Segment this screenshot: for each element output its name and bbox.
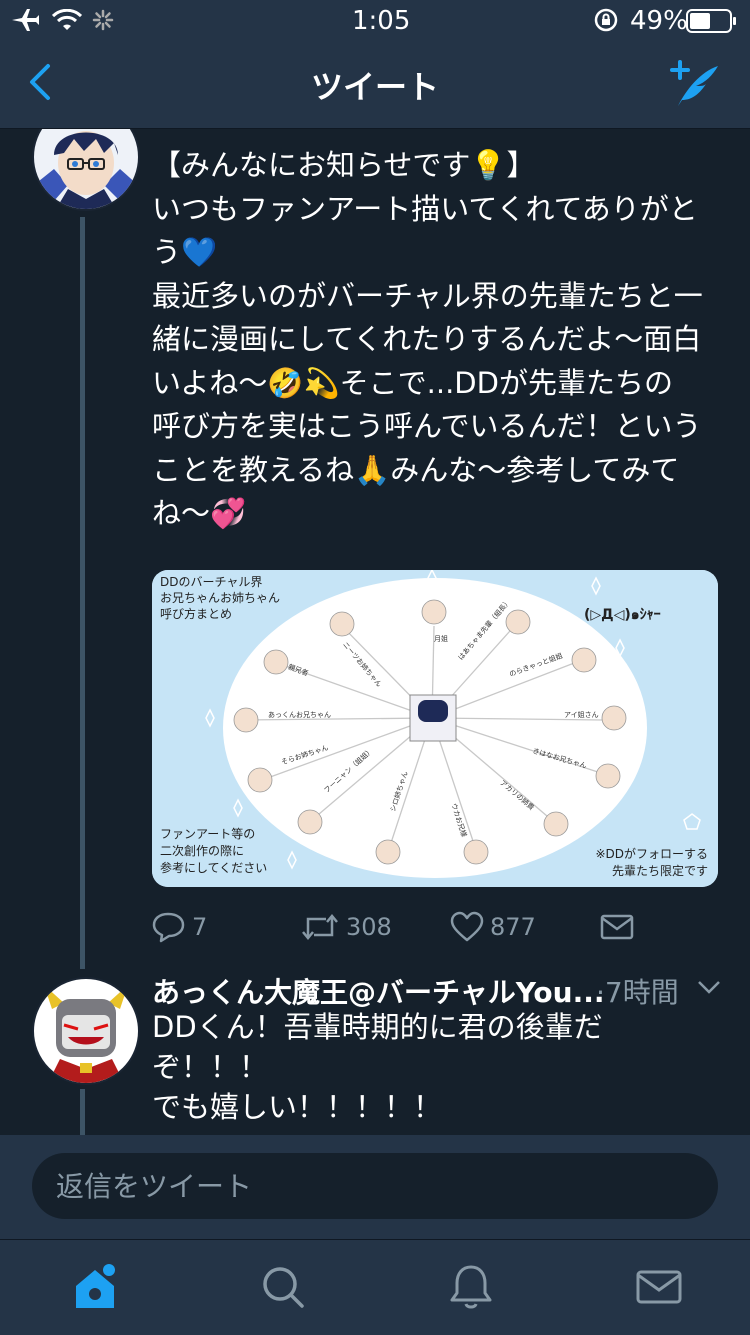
retweet-button[interactable]: 308 — [300, 911, 392, 943]
loading-icon — [92, 9, 114, 31]
tweet-line: 【みんなにお知らせです💡】 — [152, 148, 536, 182]
tweet-author-avatar[interactable] — [32, 129, 140, 211]
tweet-line: ね〜💞 — [152, 496, 247, 530]
tweet-text: 【みんなにお知らせです💡】 いつもファンアート描いてくれてありがと う💙 最近多… — [152, 144, 727, 536]
airplane-icon — [12, 9, 39, 31]
status-time: 1:05 — [352, 6, 411, 36]
reply-author-name[interactable]: あっくん大魔王@バーチャルYou... — [152, 971, 605, 1011]
dm-button[interactable] — [600, 911, 640, 943]
reply-line: でも嬉しい！！！！！ — [152, 1090, 443, 1124]
reply-count: 7 — [192, 913, 208, 941]
tweet-feed[interactable]: 【みんなにお知らせです💡】 いつもファンアート描いてくれてありがと う💙 最近多… — [0, 129, 750, 1135]
reply-timestamp: ·7時間 — [596, 976, 679, 1009]
compose-icon[interactable] — [666, 60, 722, 110]
reply-line: DDくん！吾輩時期的に君の後輩だ — [152, 1010, 603, 1044]
battery-percent: 49% — [630, 6, 688, 36]
tweet-media-image[interactable]: DDのバーチャル界 お兄ちゃんお姉ちゃん 呼び方まとめ (▷Д◁)๑ｼｬｰ ファンア… — [152, 570, 718, 887]
nav-bar: ツイート — [0, 40, 750, 129]
tweet-line: 最近多いのがバーチャル界の先輩たちと一 — [152, 278, 703, 313]
media-label: 月姐 — [434, 635, 448, 643]
retweet-icon — [302, 914, 338, 940]
orientation-lock-icon — [594, 8, 618, 32]
tweet-line: う💙 — [152, 235, 218, 269]
media-title: DDのバーチャル界 お兄ちゃんお姉ちゃん 呼び方まとめ — [160, 575, 281, 621]
thread-line — [80, 1089, 85, 1135]
media-label: アイ姐さん — [564, 711, 599, 719]
reply-button[interactable]: 7 — [152, 911, 207, 943]
dm-icon — [600, 914, 634, 940]
tweet-actions: 7 308 877 — [152, 911, 712, 951]
battery-icon — [686, 9, 736, 33]
thread-line — [80, 217, 85, 969]
tweet-line: いよね〜🤣💫そこで...DDが先輩たちの — [152, 365, 673, 400]
tweet-line: ことを教えるね🙏みんな〜参考してみて — [152, 452, 680, 487]
media-label: あっくんお兄ちゃん — [268, 711, 331, 719]
chevron-down-icon[interactable] — [696, 979, 722, 995]
reply-input[interactable] — [32, 1153, 718, 1219]
status-bar: 1:05 49% — [0, 0, 750, 40]
reply-line: ぞ！！！ — [152, 1050, 269, 1084]
media-note-left: ファンアート等の 二次創作の際に 参考にしてください — [160, 827, 268, 875]
home-icon[interactable] — [70, 1262, 120, 1312]
like-button[interactable]: 877 — [450, 911, 536, 943]
reply-composer — [0, 1135, 750, 1239]
search-icon[interactable] — [258, 1262, 308, 1312]
wifi-icon — [52, 9, 82, 30]
notifications-icon[interactable] — [446, 1262, 496, 1312]
retweet-count: 308 — [346, 913, 392, 941]
media-note-right: ※DDがフォローする 先輩たち限定です — [595, 847, 708, 878]
reply-author-avatar[interactable] — [32, 977, 140, 1085]
like-count: 877 — [490, 913, 536, 941]
tweet-line: 緒に漫画にしてくれたりするんだよ〜面白 — [152, 322, 702, 356]
reply-icon — [152, 912, 185, 943]
page-title: ツイート — [310, 68, 439, 106]
messages-icon[interactable] — [634, 1262, 684, 1312]
reply-text: DDくん！吾輩時期的に君の後輩だ ぞ！！！ でも嬉しい！！！！！ — [152, 1007, 727, 1127]
like-icon — [450, 911, 484, 942]
media-signature: (▷Д◁)๑ｼｬｰ — [584, 607, 661, 623]
tab-bar — [0, 1239, 750, 1335]
tweet-line: 呼び方を実はこう呼んでいるんだ！という — [152, 409, 702, 443]
tweet-line: いつもファンアート描いてくれてありがと — [152, 191, 698, 226]
